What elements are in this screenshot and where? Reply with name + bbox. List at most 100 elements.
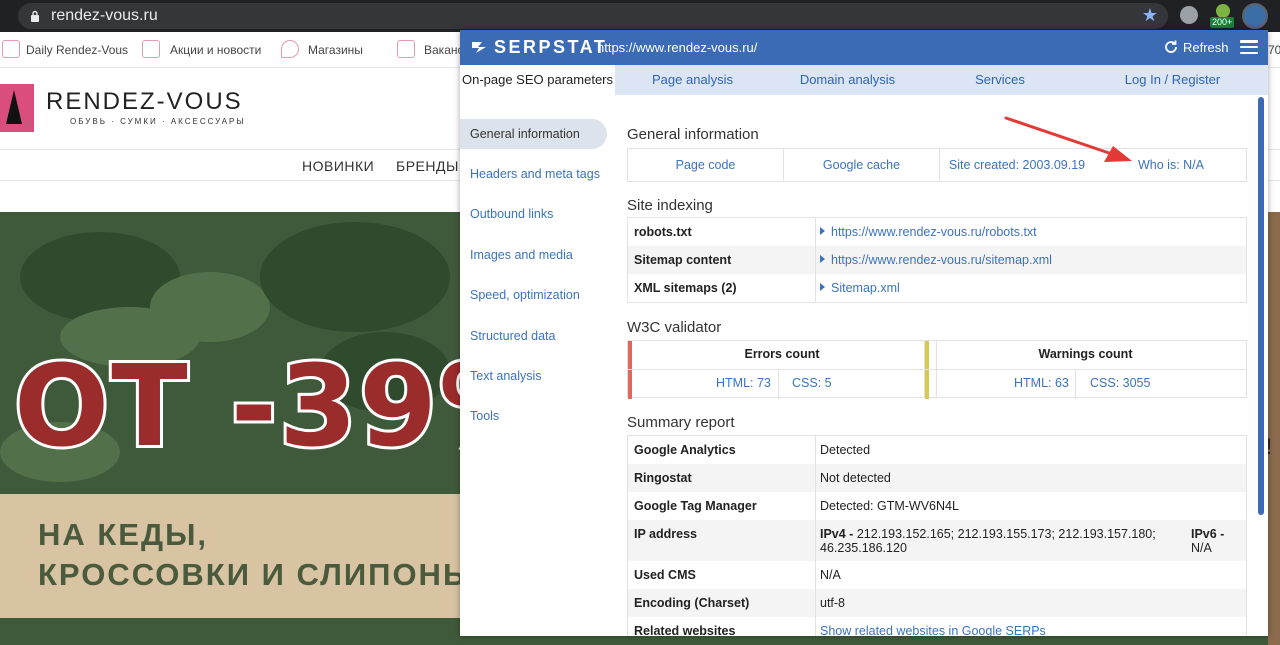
general-info-bar: Page code Google cache Site created: 200… (627, 148, 1247, 182)
triangle-right-icon (820, 227, 825, 235)
table-row: Used CMS N/A (628, 561, 1246, 589)
section-title-general: General information (627, 126, 759, 143)
row-key: XML sitemaps (2) (634, 281, 737, 295)
panel-scrollbar[interactable] (1257, 95, 1266, 636)
sidebar-item-headers-meta[interactable]: Headers and meta tags (460, 159, 607, 189)
row-value: Detected (820, 443, 871, 457)
sidebar-item-images-media[interactable]: Images and media (460, 240, 607, 270)
ip-v4-value: IPv4 - 212.193.152.165; 212.193.155.173;… (820, 527, 1156, 555)
row-key: Google Tag Manager (634, 499, 757, 513)
tab-onpage-seo[interactable]: On-page SEO parameters (460, 65, 615, 95)
row-key: Encoding (Charset) (634, 596, 750, 610)
promo-subline-2: КРОССОВКИ И СЛИПОНЫ (38, 557, 476, 592)
row-key: Ringostat (634, 471, 692, 485)
percent-icon (142, 40, 160, 58)
section-title-indexing: Site indexing (627, 197, 713, 214)
serpstat-extension-icon[interactable]: 200+ (1210, 4, 1236, 28)
lock-icon (31, 10, 39, 22)
triangle-right-icon (820, 283, 825, 291)
table-row: Sitemap content https://www.rendez-vous.… (628, 246, 1246, 274)
table-row: Related websites Show related websites i… (628, 617, 1246, 636)
serpstat-panel: SERPSTAT https://www.rendez-vous.ru/ Ref… (460, 30, 1268, 636)
tab-services[interactable]: Services (925, 65, 1075, 95)
tab-page-analysis[interactable]: Page analysis (615, 65, 770, 95)
section-title-summary: Summary report (627, 414, 735, 431)
sidebar-item-tools[interactable]: Tools (460, 401, 607, 431)
topnav-daily[interactable]: Daily Rendez-Vous (26, 43, 128, 57)
warnings-count-label: Warnings count (1038, 347, 1133, 361)
indexing-table: robots.txt https://www.rendez-vous.ru/ro… (627, 217, 1247, 303)
page-code-link[interactable]: Page code (628, 149, 783, 181)
table-row: Encoding (Charset) utf-8 (628, 589, 1246, 617)
topnav-jobs[interactable]: Ваканс (424, 43, 464, 57)
sidebar-item-speed[interactable]: Speed, optimization (460, 280, 607, 310)
sitemap-content-link[interactable]: https://www.rendez-vous.ru/sitemap.xml (820, 253, 1052, 267)
annotation-arrow-icon (1004, 116, 1132, 162)
profile-avatar[interactable] (1242, 3, 1268, 29)
ip-v6-value: IPv6 - N/A (1191, 527, 1225, 555)
summary-table: Google Analytics Detected Ringostat Not … (627, 435, 1247, 636)
address-url: rendez-vous.ru (51, 7, 158, 24)
address-bar[interactable]: rendez-vous.ru ★ (18, 3, 1168, 29)
errors-count-label: Errors count (744, 347, 820, 361)
topnav-stores[interactable]: Магазины (308, 43, 363, 57)
row-key: Related websites (634, 624, 736, 636)
related-websites-link[interactable]: Show related websites in Google SERPs (820, 624, 1046, 636)
panel-sidebar: General information Headers and meta tag… (460, 95, 615, 636)
table-row: IP address IPv4 - 212.193.152.165; 212.1… (628, 520, 1246, 561)
topnav-phone: 700 (1268, 43, 1280, 57)
warnings-html-link[interactable]: HTML: 63 (1014, 376, 1069, 390)
nav-brands[interactable]: БРЕНДЫ (396, 158, 459, 174)
sidebar-item-general[interactable]: General information (460, 119, 607, 149)
table-row: Ringostat Not detected (628, 464, 1246, 492)
row-value: Detected: GTM-WV6N4L (820, 499, 959, 513)
banner-right-edge (1268, 212, 1280, 645)
refresh-button[interactable]: Refresh (1183, 40, 1229, 55)
triangle-right-icon (820, 255, 825, 263)
table-row: Google Tag Manager Detected: GTM-WV6N4L (628, 492, 1246, 520)
daily-icon (2, 40, 20, 58)
nav-new[interactable]: НОВИНКИ (302, 158, 374, 174)
scrollbar-thumb[interactable] (1258, 97, 1264, 515)
topnav-promos[interactable]: Акции и новости (170, 43, 261, 57)
row-key: Sitemap content (634, 253, 732, 267)
xml-sitemap-link[interactable]: Sitemap.xml (820, 281, 900, 295)
site-logo-subtitle: ОБУВЬ · СУМКИ · АКСЕССУАРЫ (70, 117, 246, 126)
sidebar-item-text-analysis[interactable]: Text analysis (460, 361, 607, 391)
row-key: IP address (634, 527, 698, 541)
row-value: N/A (820, 568, 841, 582)
browser-toolbar: rendez-vous.ru ★ 200+ (0, 0, 1280, 32)
row-value: Not detected (820, 471, 891, 485)
refresh-icon[interactable] (1163, 39, 1179, 55)
table-row: robots.txt https://www.rendez-vous.ru/ro… (628, 218, 1246, 246)
robots-txt-link[interactable]: https://www.rendez-vous.ru/robots.txt (820, 225, 1037, 239)
errors-html-link[interactable]: HTML: 73 (716, 376, 771, 390)
hamburger-menu-icon[interactable] (1240, 40, 1258, 55)
globe-extension-icon[interactable] (1180, 6, 1198, 24)
row-value: utf-8 (820, 596, 846, 610)
errors-block: Errors count HTML: 73 CSS: 5 (627, 340, 937, 399)
bookmark-star-icon[interactable]: ★ (1142, 5, 1158, 26)
panel-url: https://www.rendez-vous.ru/ (597, 40, 758, 55)
google-cache-link[interactable]: Google cache (784, 149, 939, 181)
tab-login-register[interactable]: Log In / Register (1075, 65, 1268, 95)
serpstat-logo-text: SERPSTAT (494, 37, 608, 57)
section-title-w3c: W3C validator (627, 319, 722, 336)
site-logo-text[interactable]: RENDEZ-VOUS (46, 88, 243, 116)
row-key: robots.txt (634, 225, 692, 239)
row-key: Google Analytics (634, 443, 736, 457)
map-pin-icon (281, 40, 299, 58)
warnings-css-link[interactable]: CSS: 3055 (1090, 376, 1150, 390)
warnings-block: Warnings count HTML: 63 CSS: 3055 (924, 340, 1247, 399)
sidebar-item-outbound-links[interactable]: Outbound links (460, 199, 607, 229)
tab-domain-analysis[interactable]: Domain analysis (770, 65, 925, 95)
extension-badge: 200+ (1210, 17, 1235, 28)
sidebar-item-structured-data[interactable]: Structured data (460, 321, 607, 351)
serpstat-logo-icon (472, 42, 486, 53)
errors-css-link[interactable]: CSS: 5 (792, 376, 832, 390)
promo-subline-1: НА КЕДЫ, (38, 517, 209, 552)
row-key: Used CMS (634, 568, 696, 582)
w3c-validator: Errors count HTML: 73 CSS: 5 Warnings co… (627, 340, 1247, 399)
site-logo-mark[interactable] (0, 84, 34, 132)
table-row: XML sitemaps (2) Sitemap.xml (628, 274, 1246, 302)
